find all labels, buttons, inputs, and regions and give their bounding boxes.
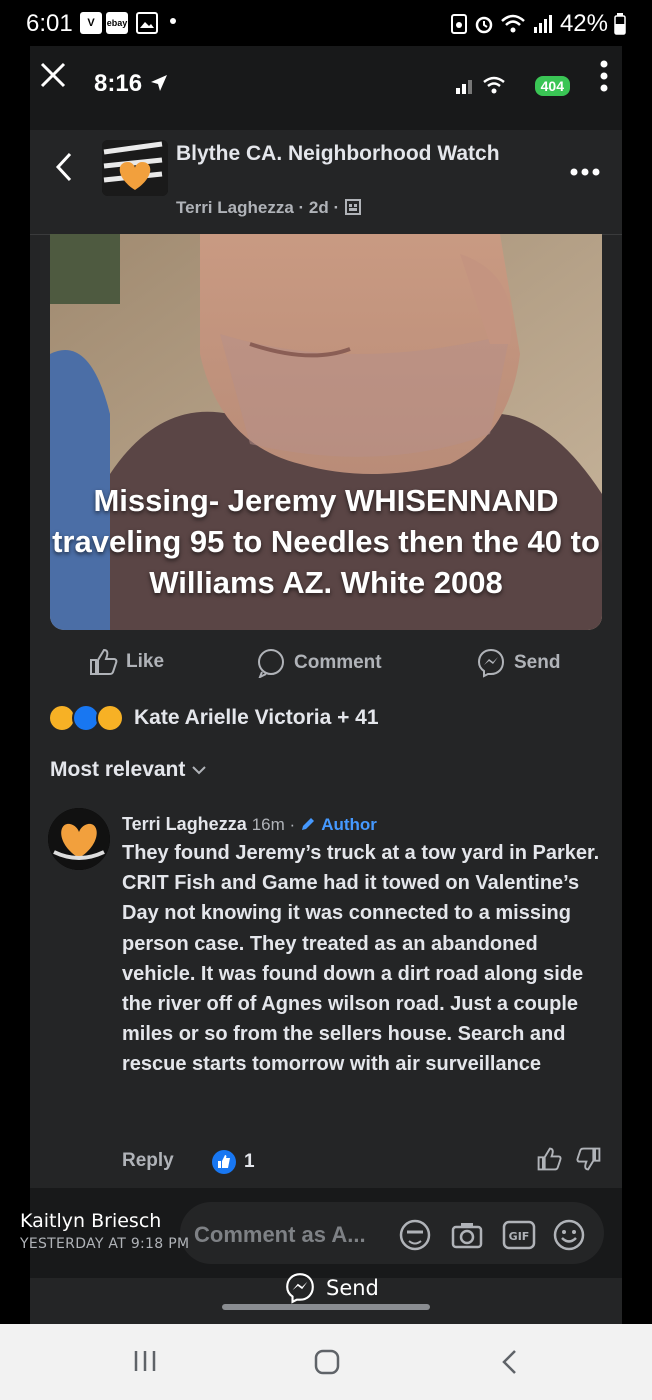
post-meta: Terri Laghezza · 2d · [176,198,362,218]
comment-like-number: 1 [244,1151,255,1172]
comment-author-line: Terri Laghezza 16m · Author [122,814,377,835]
send-button[interactable]: Send [476,648,560,678]
close-icon[interactable] [38,60,68,90]
overlay-timestamp: YESTERDAY AT 9:18 PM [20,1236,190,1252]
comment-author[interactable]: Terri Laghezza [122,814,247,834]
overlay-user-name: Kaitlyn Briesch [20,1210,162,1232]
overlay-send-button[interactable]: Send [284,1272,379,1304]
like-reaction-icon [212,1150,236,1174]
post-photo[interactable]: Missing- Jeremy WHISENNAND traveling 95 … [50,234,602,630]
comment-bubble-icon [258,649,284,678]
inner-time: 8:16 [94,70,169,98]
group-name[interactable]: Blythe CA. Neighborhood Watch [176,138,516,169]
comment-text: They found Jeremy’s truck at a tow yard … [122,842,600,1076]
chevron-down-icon [192,766,206,775]
reply-button[interactable]: Reply [122,1150,174,1172]
battery-icon [614,13,626,35]
like-label: Like [126,651,165,672]
post-header: Blythe CA. Neighborhood Watch Terri Lagh… [30,130,622,235]
pencil-icon [302,818,315,830]
post-action-bar: Like Comment Send [30,640,622,688]
inner-battery-badge: 404 [534,76,570,96]
author-badge: Author [321,815,377,834]
send-label: Send [514,652,561,673]
messenger-icon [477,648,505,678]
back-chevron-icon[interactable] [54,150,74,193]
ebay-app-icon: ebay [106,12,128,34]
sort-label: Most relevant [50,758,186,781]
phone-status-bar: 6:01 V ebay 42% [0,0,652,46]
overlay-send-label: Send [326,1276,379,1300]
camera-icon[interactable] [450,1218,484,1252]
photo-caption: Missing- Jeremy WHISENNAND traveling 95 … [52,483,600,600]
emoji-icon[interactable] [552,1218,586,1252]
back-icon[interactable] [498,1348,520,1376]
comment-time: 16m · [251,815,296,834]
group-privacy-icon [344,199,361,215]
sim-icon [450,14,467,34]
messenger-icon [286,1273,314,1304]
signal-icon [533,15,552,33]
more-vertical-icon[interactable] [600,60,612,93]
dot-icon [170,18,176,24]
like-button[interactable]: Like [88,648,164,676]
comment-like-count: 1 [212,1150,255,1174]
wifi-icon [501,14,525,33]
gallery-icon [136,12,158,34]
avatar-sticker-icon[interactable] [398,1218,432,1252]
alarm-icon [475,16,493,34]
commenter-avatar[interactable] [48,808,110,870]
comment-like-icon[interactable] [536,1146,562,1177]
thumbs-up-icon [90,648,118,675]
comment-button[interactable]: Comment [256,648,382,678]
inner-signal-icon [454,74,514,101]
comment-composer: Comment as A... GIF [30,1188,622,1278]
sad-reaction-icon [96,704,124,732]
v-app-icon: V [80,12,102,34]
location-arrow-icon [150,75,167,91]
status-time: 6:01 [26,10,73,37]
comment-sort-dropdown[interactable]: Most relevant [50,758,207,782]
comment-placeholder: Comment as A... [194,1222,366,1247]
android-nav-bar [0,1324,652,1400]
svg-text:GIF: GIF [509,1230,530,1243]
screenshot-frame: 8:16 404 Blythe CA. Neighborhood Watch T… [30,46,622,1324]
status-right: 42% [450,10,626,38]
gif-icon[interactable]: GIF [502,1218,536,1252]
post-meta-text: Terri Laghezza · 2d · [176,198,340,217]
comment-dislike-icon[interactable] [576,1146,602,1177]
reaction-names: Kate Arielle Victoria + 41 [134,706,379,729]
home-indicator [222,1304,430,1310]
home-icon[interactable] [313,1348,341,1376]
more-options-icon[interactable] [570,152,600,183]
reaction-summary[interactable]: Kate Arielle Victoria + 41 [48,704,379,732]
battery-percent: 42% [559,10,608,37]
comment-label: Comment [294,652,382,673]
inner-status-bar: 8:16 404 [30,46,622,130]
inner-time-text: 8:16 [94,70,143,97]
group-avatar[interactable] [102,140,168,196]
recent-apps-icon[interactable] [132,1348,158,1374]
